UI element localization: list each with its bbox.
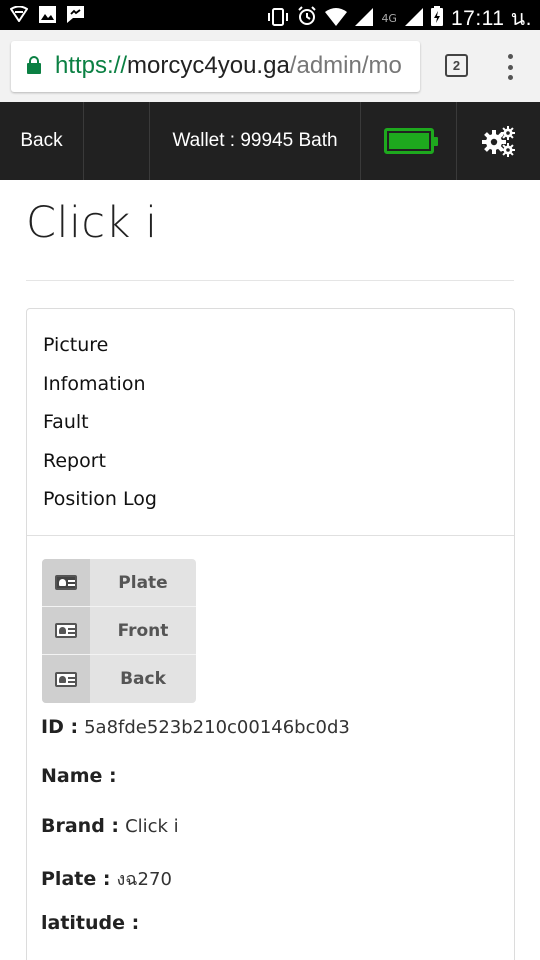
back-button[interactable]: Back — [0, 102, 84, 180]
detail-latitude-key: latitude : — [41, 912, 140, 934]
detail-id-key: ID : — [41, 716, 79, 738]
plate-picture-label: Plate — [118, 572, 168, 593]
front-picture-button[interactable]: Front — [42, 607, 196, 655]
card-divider — [27, 535, 514, 536]
menu-item-fault[interactable]: Fault — [43, 408, 157, 447]
menu-item-report[interactable]: Report — [43, 447, 157, 486]
title-divider — [26, 280, 514, 281]
notification-icons — [10, 5, 84, 23]
detail-plate-key: Plate : — [41, 868, 111, 890]
page-title: Click i — [26, 198, 158, 248]
vehicle-card: Picture Infomation Fault Report Position… — [26, 308, 515, 960]
back-picture-button[interactable]: Back — [42, 655, 196, 703]
browser-menu-icon[interactable] — [500, 52, 520, 82]
detail-plate: Plate : งฉ270 — [41, 864, 172, 893]
signal-icon-2 — [404, 7, 423, 31]
gears-icon — [481, 126, 515, 157]
wallet-balance[interactable]: Wallet : 99945 Bath — [150, 102, 361, 180]
settings-button[interactable] — [457, 102, 540, 180]
detail-id: ID : 5a8fde523b210c00146bc0d3 — [41, 716, 350, 738]
url-text[interactable]: https://morcyc4you.ga/admin/mo — [55, 52, 402, 80]
menu-item-information[interactable]: Infomation — [43, 370, 157, 409]
app-navbar: Back Wallet : 99945 Bath — [0, 102, 540, 180]
detail-brand-value: Click i — [125, 816, 179, 837]
image-icon — [38, 5, 56, 23]
front-picture-label: Front — [117, 620, 169, 641]
browser-toolbar: https://morcyc4you.ga/admin/mo 2 — [0, 30, 540, 102]
tab-switcher-button[interactable]: 2 — [445, 54, 468, 77]
menu-item-position-log[interactable]: Position Log — [43, 485, 157, 524]
detail-brand-key: Brand : — [41, 815, 120, 837]
menu-item-picture[interactable]: Picture — [43, 331, 157, 370]
detail-name-key: Name : — [41, 765, 117, 787]
back-picture-label: Back — [120, 669, 166, 689]
detail-brand: Brand : Click i — [41, 815, 179, 837]
url-scheme: https:// — [55, 52, 128, 79]
battery-charging-icon — [430, 6, 443, 31]
id-card-icon — [55, 671, 77, 687]
signal-icon — [355, 7, 374, 31]
lock-icon[interactable] — [27, 56, 41, 74]
wifi-icon — [325, 7, 348, 31]
alarm-icon — [297, 6, 317, 31]
network-type: 4G — [381, 12, 397, 25]
nav-spacer — [84, 102, 150, 180]
address-bar[interactable]: https://morcyc4you.ga/admin/mo — [11, 41, 420, 92]
wifi-hotspot-icon — [10, 5, 28, 23]
url-path: /admin/mo — [289, 52, 402, 79]
detail-plate-value: งฉ270 — [116, 869, 172, 890]
detail-latitude: latitude : — [41, 912, 139, 934]
battery-icon — [383, 128, 438, 154]
url-host: morcyc4you.ga — [127, 52, 290, 79]
picture-button-group: Plate Front Back — [42, 559, 196, 703]
id-card-icon — [55, 623, 77, 638]
id-card-icon — [55, 575, 77, 590]
detail-id-value: 5a8fde523b210c00146bc0d3 — [84, 717, 350, 738]
plate-picture-button[interactable]: Plate — [42, 559, 196, 607]
vibrate-icon — [267, 7, 289, 31]
detail-name: Name : — [41, 765, 117, 787]
status-bar: 4G 17:11 น. — [0, 0, 540, 30]
section-menu: Picture Infomation Fault Report Position… — [43, 331, 157, 524]
messenger-icon — [66, 5, 84, 23]
battery-status[interactable] — [361, 102, 457, 180]
